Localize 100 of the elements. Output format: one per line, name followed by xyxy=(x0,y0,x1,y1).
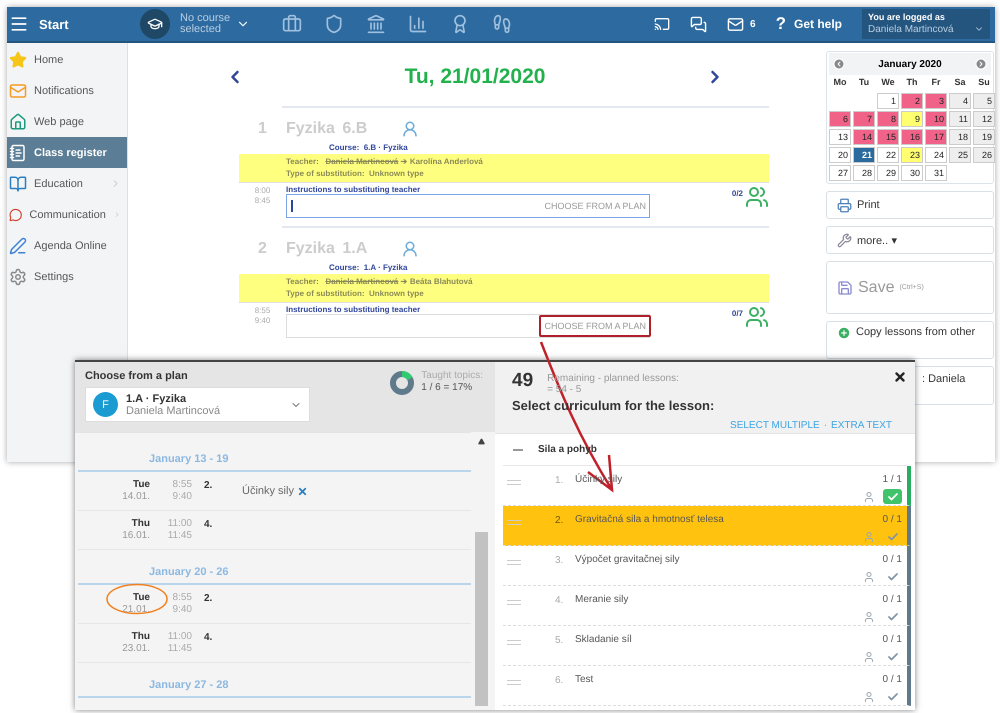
calendar-day[interactable]: 13 xyxy=(829,129,851,145)
calendar-day[interactable]: 1 xyxy=(877,93,899,109)
people-icon[interactable] xyxy=(745,185,769,209)
instructions-label: Instructions to substituting teacher xyxy=(286,305,422,314)
person-icon[interactable] xyxy=(401,120,419,138)
mail-icon[interactable] xyxy=(727,16,744,32)
calendar-day[interactable]: 21 xyxy=(853,147,875,163)
topic-row[interactable]: 4. Meranie sily 0 / 1 xyxy=(503,586,911,626)
sidebar-item[interactable]: Class register xyxy=(7,137,127,168)
calendar-day[interactable]: 29 xyxy=(877,165,899,181)
drag-handle-icon[interactable] xyxy=(507,680,521,685)
course-selector[interactable]: No course selected xyxy=(180,13,260,35)
plan-lesson-row[interactable]: Tue 21.01. 8:55 9:40 2. xyxy=(78,585,471,624)
close-icon[interactable] xyxy=(893,370,907,384)
copy-lessons-button[interactable]: Copy lessons from other xyxy=(826,321,994,359)
sidebar-item[interactable]: Settings xyxy=(7,261,127,292)
calendar-day[interactable]: 4 xyxy=(949,93,971,109)
building-icon[interactable] xyxy=(366,14,386,34)
calendar-day[interactable]: 10 xyxy=(925,111,947,127)
topic-row[interactable]: 3. Výpočet gravitačnej sily 0 / 1 xyxy=(503,546,911,586)
calendar-day[interactable]: 19 xyxy=(973,129,995,145)
calendar-day[interactable]: 2 xyxy=(901,93,923,109)
person-icon[interactable] xyxy=(863,490,875,502)
calendar-day[interactable]: 24 xyxy=(925,147,947,163)
plan-selector[interactable]: F 1.A · Fyzika Daniela Martincová xyxy=(85,387,310,422)
more-button[interactable]: more.. ▾ xyxy=(826,226,994,254)
calendar-day[interactable]: 11 xyxy=(949,111,971,127)
done-checkbox[interactable] xyxy=(883,489,902,504)
briefcase-icon[interactable] xyxy=(282,14,302,34)
person-icon[interactable] xyxy=(863,690,875,702)
sidebar-item[interactable]: Education xyxy=(7,168,127,199)
plan-lesson-row[interactable]: Tue 14.01. 8:55 9:40 2. Účinky sily xyxy=(78,472,471,511)
drag-handle-icon[interactable] xyxy=(507,560,521,565)
calendar-day[interactable]: 6 xyxy=(829,111,851,127)
lesson-day: Tue 14.01. xyxy=(78,479,150,503)
calendar-day[interactable]: 16 xyxy=(901,129,923,145)
chat-icon[interactable] xyxy=(690,16,708,32)
calendar-day[interactable]: 31 xyxy=(925,165,947,181)
topic-count: 0 / 1 xyxy=(882,594,902,605)
sidebar-item[interactable]: Home xyxy=(7,44,127,75)
footprints-icon[interactable] xyxy=(492,14,512,34)
calendar-day[interactable]: 23 xyxy=(901,147,923,163)
calendar-day[interactable]: 25 xyxy=(949,147,971,163)
drag-handle-icon[interactable] xyxy=(507,600,521,605)
calendar-day[interactable]: 18 xyxy=(949,129,971,145)
sidebar-item[interactable]: Agenda Online xyxy=(7,230,127,261)
calendar-day[interactable]: 12 xyxy=(973,111,995,127)
remove-icon[interactable] xyxy=(296,486,308,496)
shield-icon[interactable] xyxy=(324,14,344,34)
calendar-day[interactable]: 20 xyxy=(829,147,851,163)
pen-icon xyxy=(9,236,27,254)
start-menu-button[interactable]: Start xyxy=(7,14,128,34)
person-icon[interactable] xyxy=(863,570,875,582)
previous-month-icon[interactable] xyxy=(833,58,845,70)
calendar-day[interactable]: 22 xyxy=(877,147,899,163)
calendar-day[interactable]: 28 xyxy=(853,165,875,181)
bar-chart-icon[interactable] xyxy=(408,14,428,34)
help-link[interactable]: ? Get help xyxy=(776,14,842,34)
calendar-day[interactable]: 17 xyxy=(925,129,947,145)
drag-handle-icon[interactable] xyxy=(507,640,521,645)
calendar-day[interactable]: 8 xyxy=(877,111,899,127)
calendar-day[interactable]: 14 xyxy=(853,129,875,145)
person-icon[interactable] xyxy=(863,650,875,662)
calendar-day[interactable]: 9 xyxy=(901,111,923,127)
cast-icon[interactable] xyxy=(654,16,670,32)
topic-row[interactable]: 6. Test 0 / 1 xyxy=(503,666,911,706)
people-icon[interactable] xyxy=(745,305,769,329)
plan-lesson-row[interactable]: Thu 16.01. 11:00 11:45 4. xyxy=(78,511,471,550)
topic-row[interactable]: 2. Gravitačná sila a hmotnosť telesa 0 / 1 xyxy=(503,506,911,546)
user-menu[interactable]: You are logged as Daniela Martincová xyxy=(862,9,990,39)
topic-title: Gravitačná sila a hmotnosť telesa xyxy=(575,514,724,525)
course-avatar[interactable] xyxy=(140,9,170,39)
person-icon[interactable] xyxy=(863,610,875,622)
plan-lesson-row[interactable]: Thu 23.01. 11:00 11:45 4. xyxy=(78,624,471,663)
calendar-day[interactable]: 27 xyxy=(829,165,851,181)
topic-row[interactable]: 5. Skladanie síl 0 / 1 xyxy=(503,626,911,666)
calendar-day[interactable]: 5 xyxy=(973,93,995,109)
scrollbar-thumb[interactable] xyxy=(475,532,488,706)
topic-count: 1 / 1 xyxy=(882,474,902,485)
sidebar-item[interactable]: Communication xyxy=(7,199,127,230)
instructions-label: Instructions to substituting teacher xyxy=(286,185,422,194)
weekday-label: Tu xyxy=(858,77,870,89)
dialog-title: Choose from a plan xyxy=(85,370,189,382)
sidebar-item[interactable]: Notifications xyxy=(7,75,127,106)
next-month-icon[interactable] xyxy=(974,58,987,70)
assigned-topic: Účinky sily xyxy=(242,485,294,497)
drag-handle-icon[interactable] xyxy=(507,480,521,485)
teacher-info: Teacher: Daniela Martincová ➔ Beáta Blahutová xyxy=(286,276,474,288)
person-icon[interactable] xyxy=(401,240,419,258)
calendar-day[interactable]: 7 xyxy=(853,111,875,127)
drag-handle-icon[interactable] xyxy=(507,520,521,525)
calendar-day[interactable]: 3 xyxy=(925,93,947,109)
mail-count: 6 xyxy=(750,18,756,30)
scroll-up-icon[interactable] xyxy=(478,438,485,445)
calendar-day[interactable]: 26 xyxy=(973,147,995,163)
sidebar-item[interactable]: Web page xyxy=(7,106,127,137)
calendar-day[interactable]: 15 xyxy=(877,129,899,145)
calendar-day[interactable]: 30 xyxy=(901,165,923,181)
print-button[interactable]: Print xyxy=(826,191,994,219)
topic-title: Meranie sily xyxy=(575,594,628,605)
